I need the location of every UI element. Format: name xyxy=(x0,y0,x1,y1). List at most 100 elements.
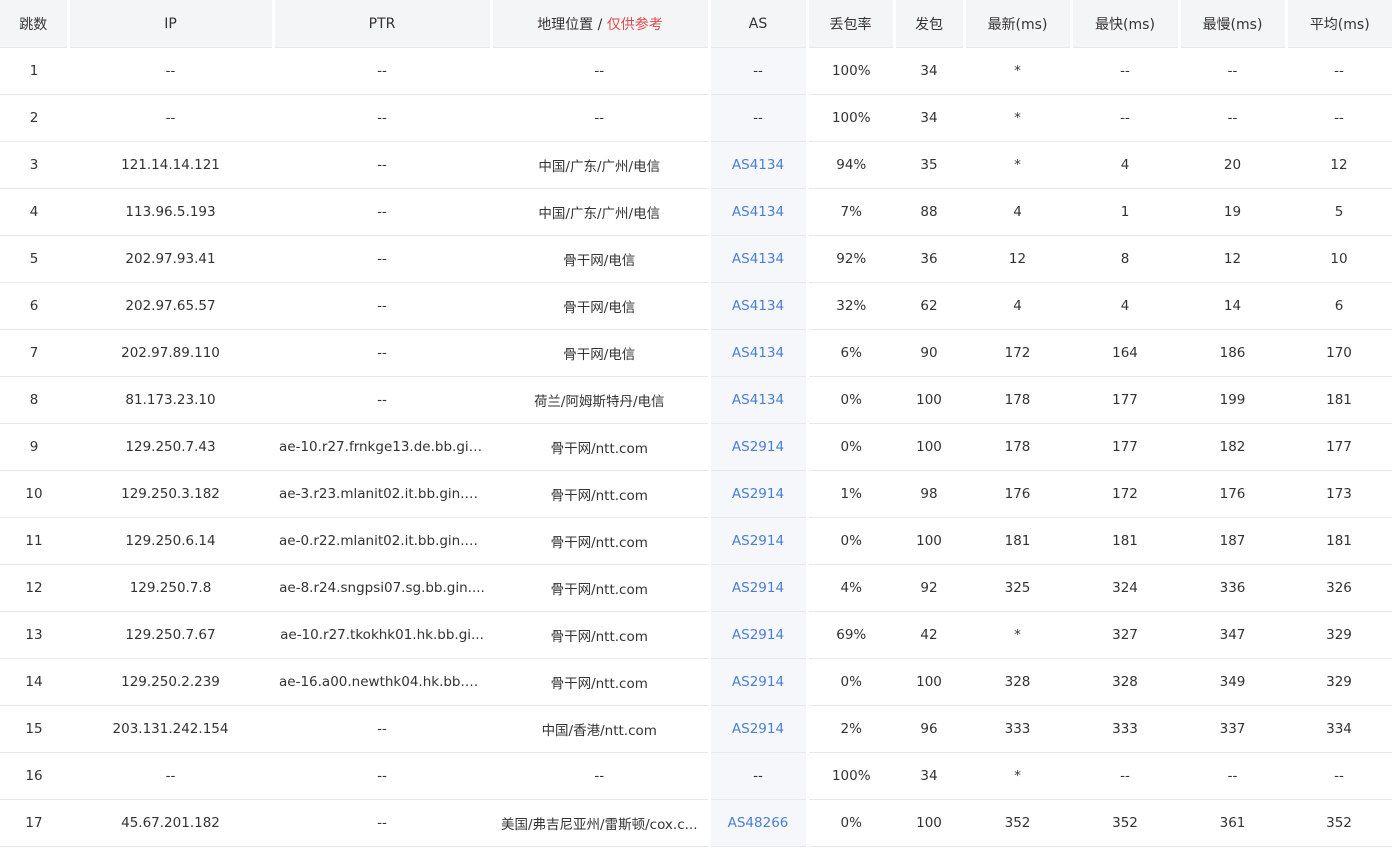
as-link[interactable]: AS2914 xyxy=(732,533,784,549)
cell-worst: 20 xyxy=(1179,141,1286,189)
cell-sent: 62 xyxy=(894,282,964,330)
as-cell: -- xyxy=(707,47,809,95)
cell-worst: 347 xyxy=(1179,611,1286,659)
as-link[interactable]: AS2914 xyxy=(732,721,784,737)
cell-best: 327 xyxy=(1071,611,1179,659)
cell-sent: 100 xyxy=(894,799,964,847)
geo-header-separator: / xyxy=(593,16,607,33)
cell-ptr: -- xyxy=(273,282,491,330)
cell-best: 8 xyxy=(1071,235,1179,283)
cell-loss: 100% xyxy=(807,94,894,142)
cell-avg: -- xyxy=(1286,752,1392,800)
cell-best: 1 xyxy=(1071,188,1179,236)
as-link[interactable]: AS4134 xyxy=(732,298,784,314)
table-row: 3 121.14.14.121 -- 中国/广东/广州/电信 AS4134 94% 35 * 4… xyxy=(0,141,1392,189)
cell-last: 172 xyxy=(964,329,1071,377)
cell-hop: 2 xyxy=(0,94,68,142)
cell-hop: 9 xyxy=(0,423,68,471)
cell-ptr: ae-0.r22.mlanit02.it.bb.gin.nt... xyxy=(273,517,491,565)
as-link[interactable]: AS2914 xyxy=(732,486,784,502)
cell-geo: 骨干网/电信 xyxy=(491,282,709,330)
as-cell: AS2914 xyxy=(707,705,809,753)
as-link[interactable]: AS2914 xyxy=(732,439,784,455)
cell-sent: 100 xyxy=(894,376,964,424)
cell-ip: 129.250.7.8 xyxy=(68,564,273,612)
cell-best: 4 xyxy=(1071,282,1179,330)
as-cell: AS4134 xyxy=(707,141,809,189)
cell-last: 176 xyxy=(964,470,1071,518)
cell-worst: 176 xyxy=(1179,470,1286,518)
cell-loss: 100% xyxy=(807,752,894,800)
cell-geo: 骨干网/ntt.com xyxy=(491,658,709,706)
cell-ptr: -- xyxy=(273,94,491,142)
cell-worst: 182 xyxy=(1179,423,1286,471)
cell-sent: 100 xyxy=(894,517,964,565)
cell-worst: -- xyxy=(1179,94,1286,142)
cell-last: 178 xyxy=(964,423,1071,471)
cell-hop: 11 xyxy=(0,517,68,565)
cell-geo: 荷兰/阿姆斯特丹/电信 xyxy=(491,376,709,424)
cell-ptr: -- xyxy=(273,752,491,800)
as-link[interactable]: AS4134 xyxy=(732,157,784,173)
cell-last: * xyxy=(964,611,1071,659)
table-row: 17 45.67.201.182 -- 美国/弗吉尼亚州/雷斯顿/cox.c... AS… xyxy=(0,799,1392,847)
cell-sent: 34 xyxy=(894,94,964,142)
as-cell: AS2914 xyxy=(707,423,809,471)
cell-best: 328 xyxy=(1071,658,1179,706)
cell-best: -- xyxy=(1071,47,1179,95)
as-link[interactable]: AS2914 xyxy=(732,674,784,690)
as-link[interactable]: AS2914 xyxy=(732,627,784,643)
col-header-last: 最新(ms) xyxy=(964,0,1073,48)
cell-last: 181 xyxy=(964,517,1071,565)
cell-best: 352 xyxy=(1071,799,1179,847)
as-link[interactable]: AS48266 xyxy=(728,815,789,831)
as-cell: AS2914 xyxy=(707,564,809,612)
cell-best: 177 xyxy=(1071,376,1179,424)
as-link[interactable]: AS2914 xyxy=(732,580,784,596)
cell-loss: 0% xyxy=(807,517,894,565)
cell-geo: -- xyxy=(491,752,709,800)
as-link[interactable]: AS4134 xyxy=(732,204,784,220)
col-header-geo: 地理位置 / 仅供参考 xyxy=(491,0,711,48)
as-cell: AS4134 xyxy=(707,329,809,377)
cell-geo: 骨干网/ntt.com xyxy=(491,611,709,659)
cell-hop: 14 xyxy=(0,658,68,706)
table-row: 6 202.97.65.57 -- 骨干网/电信 AS4134 32% 62 4 4 14 6 xyxy=(0,282,1392,330)
cell-loss: 0% xyxy=(807,376,894,424)
cell-ptr: ae-10.r27.frnkge13.de.bb.gin... xyxy=(273,423,491,471)
cell-avg: 12 xyxy=(1286,141,1392,189)
cell-last: 325 xyxy=(964,564,1071,612)
as-link[interactable]: AS4134 xyxy=(732,251,784,267)
cell-best: 333 xyxy=(1071,705,1179,753)
as-link[interactable]: AS4134 xyxy=(732,345,784,361)
cell-sent: 35 xyxy=(894,141,964,189)
as-cell: AS4134 xyxy=(707,282,809,330)
cell-ptr: -- xyxy=(273,188,491,236)
cell-sent: 96 xyxy=(894,705,964,753)
cell-worst: 337 xyxy=(1179,705,1286,753)
cell-ip: 113.96.5.193 xyxy=(68,188,273,236)
cell-worst: 336 xyxy=(1179,564,1286,612)
col-header-worst: 最慢(ms) xyxy=(1179,0,1288,48)
as-cell: AS2914 xyxy=(707,658,809,706)
cell-ip: 45.67.201.182 xyxy=(68,799,273,847)
cell-last: 333 xyxy=(964,705,1071,753)
cell-ip: -- xyxy=(68,47,273,95)
cell-sent: 100 xyxy=(894,423,964,471)
cell-ip: 81.173.23.10 xyxy=(68,376,273,424)
as-cell: AS4134 xyxy=(707,235,809,283)
cell-avg: 6 xyxy=(1286,282,1392,330)
cell-worst: 187 xyxy=(1179,517,1286,565)
table-row: 8 81.173.23.10 -- 荷兰/阿姆斯特丹/电信 AS4134 0% 100 178… xyxy=(0,376,1392,424)
cell-avg: -- xyxy=(1286,94,1392,142)
table-row: 15 203.131.242.154 -- 中国/香港/ntt.com AS2914 2%… xyxy=(0,705,1392,753)
geo-header-label: 地理位置 xyxy=(537,16,594,33)
cell-geo: -- xyxy=(491,47,709,95)
table-row: 12 129.250.7.8 ae-8.r24.sngpsi07.sg.bb.gin… xyxy=(0,564,1392,612)
as-link[interactable]: AS4134 xyxy=(732,392,784,408)
cell-last: * xyxy=(964,141,1071,189)
cell-ptr: -- xyxy=(273,47,491,95)
cell-best: -- xyxy=(1071,94,1179,142)
table-body: 1 -- -- -- -- 100% 34 * -- -- -- 2 -- -- -- -- 100% 34 * --… xyxy=(0,47,1392,847)
cell-avg: 173 xyxy=(1286,470,1392,518)
